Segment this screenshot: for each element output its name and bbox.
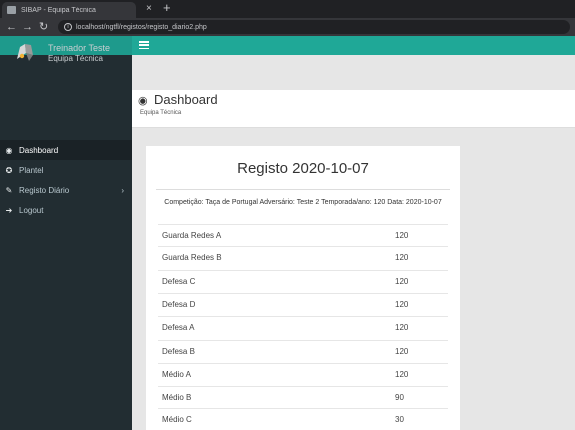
logout-icon: ➔ [5, 205, 13, 215]
address-bar-row: ← → ↻ i localhost/ngtfl/registos/registo… [0, 18, 575, 36]
chevron-right-icon: › [121, 185, 124, 195]
table-row: Médio B 90 [158, 386, 448, 408]
table-row: Guarda Redes B 120 [158, 246, 448, 268]
table-row: Defesa A 120 [158, 316, 448, 338]
tab-title: SIBAP - Equipa Técnica [21, 6, 96, 14]
minutes-value: 120 [395, 370, 409, 379]
browser-tab-bar: SIBAP - Equipa Técnica × + [0, 0, 575, 18]
divider [156, 189, 450, 190]
table-row: Defesa B 120 [158, 340, 448, 362]
edit-icon: ✎ [5, 185, 13, 195]
top-navbar [132, 36, 575, 55]
player-name: Médio B [162, 393, 192, 402]
sidebar-item-label: Plantel [19, 165, 44, 175]
player-name: Defesa D [162, 300, 196, 309]
sidebar-item-plantel[interactable]: ✪ Plantel [0, 160, 132, 180]
new-tab-icon[interactable]: + [163, 1, 171, 15]
table-row: Defesa D 120 [158, 293, 448, 315]
browser-tab[interactable]: SIBAP - Equipa Técnica [2, 2, 136, 18]
user-panel [0, 55, 132, 139]
reload-icon[interactable]: ↻ [39, 21, 48, 33]
sidebar-item-label: Registo Diário [19, 185, 70, 195]
user-role: Equipa Técnica [48, 54, 103, 63]
forward-icon[interactable]: → [22, 21, 33, 33]
table-row: Defesa C 120 [158, 270, 448, 292]
minutes-value: 90 [395, 393, 404, 402]
player-name: Médio C [162, 415, 192, 424]
back-icon[interactable]: ← [6, 21, 17, 33]
minutes-value: 120 [395, 347, 409, 356]
minutes-value: 120 [395, 300, 409, 309]
page-title: Dashboard [154, 92, 218, 107]
close-tab-icon[interactable]: × [146, 3, 152, 15]
menu-toggle-icon[interactable] [139, 39, 149, 51]
table-row: Médio C 30 [158, 408, 448, 430]
player-name: Médio A [162, 370, 191, 379]
sidebar-item-dashboard[interactable]: ◉ Dashboard [0, 140, 132, 160]
player-name: Guarda Redes A [162, 231, 222, 240]
minutes-value: 30 [395, 415, 404, 424]
player-name: Defesa A [162, 323, 195, 332]
dashboard-icon: ◉ [5, 145, 13, 155]
content-header: ◉ Dashboard Equipa Técnica [132, 90, 575, 128]
registo-card: Registo 2020-10-07 Competição: Taça de P… [146, 146, 460, 430]
sidebar-item-label: Dashboard [19, 145, 59, 155]
player-name: Defesa B [162, 347, 195, 356]
url-field[interactable]: i localhost/ngtfl/registos/registo_diari… [58, 20, 570, 34]
user-name: Treinador Teste [48, 43, 111, 53]
favicon-icon [7, 6, 16, 14]
users-icon: ✪ [5, 165, 13, 175]
minutes-value: 120 [395, 231, 409, 240]
card-title: Registo 2020-10-07 [237, 160, 369, 177]
sidebar-item-logout[interactable]: ➔ Logout [0, 200, 132, 220]
player-name: Guarda Redes B [162, 253, 222, 262]
player-name: Defesa C [162, 277, 196, 286]
table-row: Guarda Redes A 120 [158, 224, 448, 246]
minutes-value: 120 [395, 253, 409, 262]
table-row: Médio A 120 [158, 363, 448, 385]
minutes-value: 120 [395, 277, 409, 286]
page-subtitle: Equipa Técnica [140, 110, 182, 116]
sidebar-menu: ◉ Dashboard ✪ Plantel ✎ Registo Diário ›… [0, 140, 132, 220]
minutes-value: 120 [395, 323, 409, 332]
info-icon[interactable]: i [64, 23, 72, 31]
sidebar-item-label: Logout [19, 205, 44, 215]
url-text: localhost/ngtfl/registos/registo_diario2… [76, 23, 207, 31]
competition-info: Competição: Taça de Portugal Adversário:… [164, 199, 442, 206]
sidebar-item-registo-diario[interactable]: ✎ Registo Diário › [0, 180, 132, 200]
avatar [17, 44, 33, 61]
dashboard-icon: ◉ [138, 95, 148, 107]
